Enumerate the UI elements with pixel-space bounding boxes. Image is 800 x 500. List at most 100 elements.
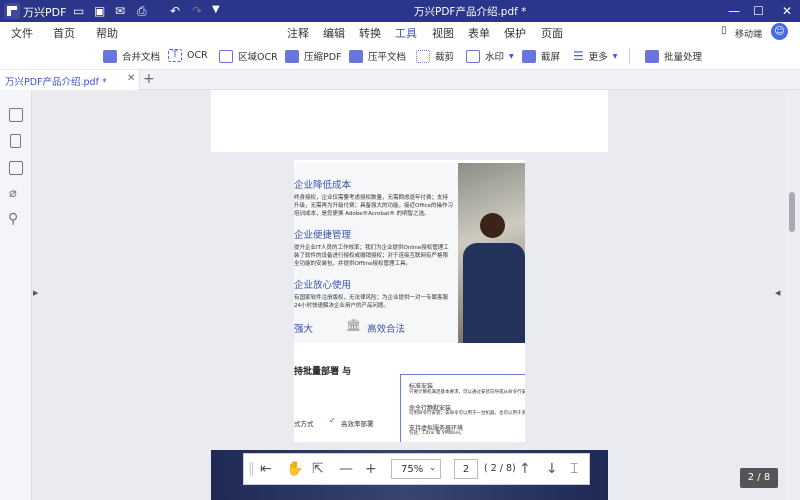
document-tab-label: 万兴PDF产品介绍.pdf * (5, 77, 107, 88)
menu-help[interactable]: 帮助 (96, 25, 118, 41)
pdf-page-1 (211, 90, 608, 152)
mail-icon[interactable]: ✉ (115, 4, 125, 18)
drag-handle-icon[interactable]: ‖ (248, 461, 255, 477)
text: 全功能的安装包，并提供Offline授权管理工具。 (294, 261, 412, 267)
prev-page-icon[interactable]: ↑ (519, 461, 531, 477)
flatten-icon (349, 49, 363, 63)
menu-file[interactable]: 文件 (11, 25, 33, 41)
heading: 持批量部署 与 (294, 367, 352, 377)
text: 培训成本，是您更换 Adobe®Acrobat® 的明智之选。 (294, 211, 430, 217)
tab-annotate[interactable]: 注释 (287, 25, 309, 41)
menu-bar: 文件 首页 帮助 注释 编辑 转换 工具 视图 表单 保护 页面 ▯ 移动端 ☺ (0, 22, 800, 44)
tab-page[interactable]: 页面 (541, 25, 563, 41)
install-box: 标准安装 只要计算机满足基本要求，可以通过安装向导或从命令行安 命令行静默安装 … (400, 374, 525, 442)
mobile-icon[interactable]: ▯ (721, 25, 727, 36)
ocr-icon: T (168, 49, 182, 62)
zoom-in-icon[interactable]: + (365, 461, 377, 477)
tools-ribbon: 合并文档 T OCR 区域OCR 压缩PDF 压平文档 裁剪 水印 ▼ 截屏 ☰ 更多… (0, 42, 800, 70)
hand-tool-icon[interactable]: ✋ (286, 461, 303, 477)
undo-icon[interactable]: ↶ (170, 4, 180, 18)
page-number-input[interactable]: 2 (454, 459, 478, 479)
batch-icon (645, 49, 659, 63)
document-tab[interactable]: 万兴PDF产品介绍.pdf * ✕ (0, 70, 140, 90)
print-icon[interactable]: ⎙ (137, 4, 147, 19)
more-button[interactable]: ☰ 更多 ▼ (573, 49, 617, 63)
heading: 企业降低成本 (294, 180, 352, 191)
zoom-select[interactable]: 75% ⌄ (391, 459, 441, 479)
batch-button[interactable]: 批量处理 (645, 49, 702, 63)
close-icon[interactable]: ✕ (782, 4, 792, 18)
thumbnails-icon[interactable] (9, 108, 23, 122)
page-total: ( 2 / 8) (484, 463, 516, 474)
text: 终身授权，企业仅需要考虑授权数量，无需顾虑逐年付费；支持 (294, 195, 449, 201)
app-name: 万兴PDF (23, 6, 67, 19)
divider (629, 48, 630, 64)
flatten-button[interactable]: 压平文档 (349, 49, 406, 63)
close-tab-icon[interactable]: ✕ (127, 73, 135, 84)
check-icon: ✓ (329, 416, 336, 425)
tab-edit[interactable]: 编辑 (323, 25, 345, 41)
mobile-link[interactable]: 移动端 (735, 27, 762, 40)
zoom-out-icon[interactable]: — (339, 461, 353, 477)
tab-view[interactable]: 视图 (432, 25, 454, 41)
text: 24小时快速解决企业用户的产品问题。 (294, 303, 389, 309)
attachment-icon[interactable]: ⌀ (9, 186, 17, 201)
next-page-icon[interactable]: ↓ (546, 461, 558, 477)
select-tool-icon[interactable]: ⇱ (312, 461, 324, 477)
text: 式方式 (294, 420, 314, 428)
compress-button[interactable]: 压缩PDF (285, 49, 342, 63)
vertical-scrollbar[interactable] (785, 90, 800, 500)
watermark-icon (466, 49, 480, 63)
watermark-button[interactable]: 水印 ▼ (466, 49, 514, 63)
photo (458, 163, 525, 343)
benefits-section: 企业降低成本 终身授权，企业仅需要考虑授权数量，无需顾虑逐年付费；支持 升级，无… (294, 163, 458, 343)
compress-icon (285, 49, 299, 63)
crop-button[interactable]: 裁剪 (416, 49, 454, 63)
area-ocr-button[interactable]: 区域OCR (219, 49, 278, 63)
new-tab-icon[interactable]: + (143, 71, 155, 87)
text: 有国家软件注册版权，无法律风险；为企业提供一对一专属客服 (294, 295, 449, 301)
dropdown-icon: ▼ (612, 52, 618, 60)
app-logo-icon (4, 3, 20, 19)
area-ocr-icon (219, 49, 233, 63)
maximize-icon[interactable]: ☐ (753, 4, 764, 18)
heading: 企业便捷管理 (294, 230, 352, 241)
tab-form[interactable]: 表单 (468, 25, 490, 41)
screenshot-button[interactable]: 截屏 (522, 49, 560, 63)
crop-icon (416, 49, 430, 63)
bookmark-icon[interactable] (10, 134, 21, 148)
text: 提升企业IT人员的工作效率；我们为企业提供Online授权管理工 (294, 245, 449, 251)
left-sidebar: ⌀ ⚲ (0, 90, 32, 500)
text: 装了软件的设备进行授权或撤销授权；对于连接互联网有严格限 (294, 253, 449, 259)
chevron-down-icon: ⌄ (429, 463, 436, 472)
avatar[interactable]: ☺ (771, 23, 788, 40)
fit-page-icon[interactable]: ⇤ (260, 461, 272, 477)
save-icon[interactable]: ▣ (94, 4, 105, 18)
fit-width-icon[interactable]: ⌶ (570, 461, 578, 477)
page-nav-toolbar: ‖ ⇤ ✋ ⇱ — + 75% ⌄ 2 ( 2 / 8) ↑ ↓ ⌶ (243, 453, 590, 485)
pdf-page-2: 企业降低成本 终身授权，企业仅需要考虑授权数量，无需顾虑逐年付费；支持 升级，无… (294, 160, 525, 442)
menu-home[interactable]: 首页 (53, 25, 75, 41)
page-indicator: 2 / 8 (740, 468, 778, 488)
open-folder-icon[interactable]: ▭ (73, 4, 84, 18)
search-icon[interactable]: ⚲ (8, 211, 18, 227)
redo-icon[interactable]: ↷ (192, 4, 202, 18)
expand-right-panel-icon[interactable]: ◀ (775, 289, 780, 297)
window-title: 万兴PDF产品介绍.pdf * (414, 6, 527, 18)
zoom-value: 75% (401, 464, 424, 475)
title-bar: 万兴PDF ▭ ▣ ✉ ⎙ ↶ ↷ ▼ 万兴PDF产品介绍.pdf * — ☐ … (0, 0, 800, 22)
text: 高效率部署 (341, 420, 374, 428)
minimize-icon[interactable]: — (728, 4, 740, 18)
quick-access-dropdown-icon[interactable]: ▼ (212, 4, 220, 15)
tab-convert[interactable]: 转换 (359, 25, 381, 41)
screenshot-icon (522, 49, 536, 63)
tab-protect[interactable]: 保护 (504, 25, 526, 41)
heading: 企业放心使用 (294, 280, 352, 291)
merge-icon (103, 49, 117, 63)
text: 只要计算机满足基本要求，可以通过安装向导或从命令行安 (409, 390, 525, 395)
scrollbar-thumb[interactable] (789, 192, 795, 232)
comment-icon[interactable] (9, 161, 23, 175)
ocr-button[interactable]: T OCR (168, 49, 208, 62)
expand-sidebar-icon[interactable]: ▶ (33, 289, 38, 297)
merge-button[interactable]: 合并文档 (103, 49, 160, 63)
